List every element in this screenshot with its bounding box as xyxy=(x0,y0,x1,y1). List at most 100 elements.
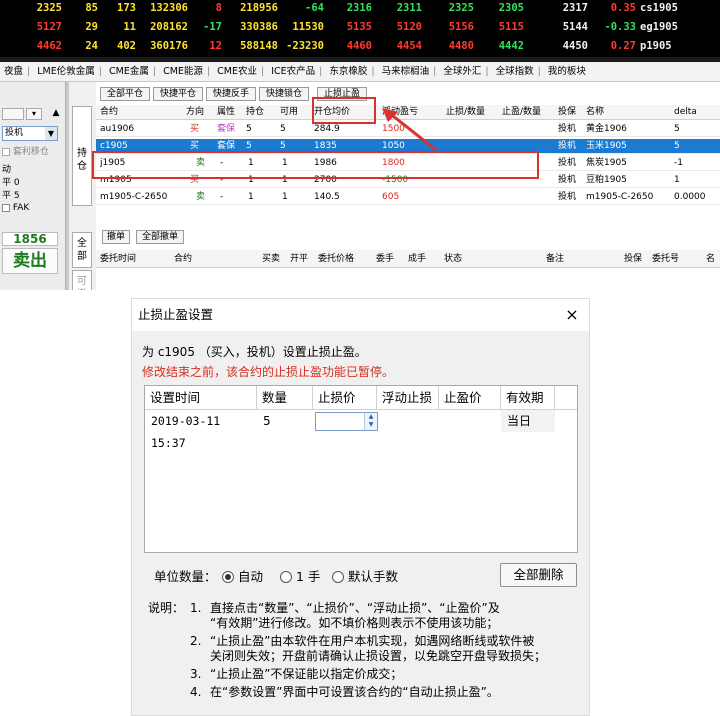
quote-oi: 588148 xyxy=(240,40,278,52)
stepper-icon[interactable]: ▲ ▼ xyxy=(364,413,377,430)
eject-icon[interactable]: ▲ xyxy=(50,108,62,120)
sell-button[interactable]: 卖出 xyxy=(2,248,58,274)
col-direction[interactable]: 方向 xyxy=(186,105,214,120)
col-stop-qty[interactable]: 止损/数量 xyxy=(446,105,498,120)
splitter[interactable] xyxy=(66,82,69,290)
col-open-close[interactable]: 开平 xyxy=(290,250,316,268)
delete-all-button[interactable]: 全部删除 xyxy=(500,563,577,587)
quote-open: 4460 xyxy=(346,40,372,52)
cell-quantity[interactable]: 5 xyxy=(257,410,313,432)
note-number: 4. xyxy=(190,685,202,699)
quote-high: 5156 xyxy=(448,21,474,33)
col-hedge[interactable]: 投保 xyxy=(558,105,584,120)
col-stop-price: 止损价 xyxy=(313,386,377,410)
quick-reverse-button[interactable]: 快捷反手 xyxy=(206,87,256,101)
col-status[interactable]: 状态 xyxy=(444,250,484,268)
col-hedge[interactable]: 投保 xyxy=(624,250,650,268)
col-available[interactable]: 可用 xyxy=(280,105,308,120)
col-attribute[interactable]: 属性 xyxy=(217,105,245,120)
close-icon[interactable]: × xyxy=(563,299,581,331)
cell-take-price[interactable] xyxy=(439,410,501,432)
hedge-select-value: 投机 xyxy=(5,128,24,138)
arbitrage-checkbox[interactable]: 套利移仓 xyxy=(2,144,49,157)
settings-grid: 设置时间 数量 止损价 浮动止损 止盈价 有效期 2019-03-11 15:3… xyxy=(144,385,578,553)
stop-price-input[interactable]: ▲ ▼ xyxy=(315,412,378,431)
tab-forex[interactable]: 全球外汇 xyxy=(439,62,485,81)
col-set-time: 设置时间 xyxy=(145,386,257,410)
col-float-stop: 浮动止损 xyxy=(377,386,439,410)
radio-default-lots[interactable] xyxy=(332,571,344,583)
tab-all-orders[interactable]: 全部 xyxy=(72,232,92,268)
spin-down-icon[interactable]: ▼ xyxy=(365,421,377,429)
col-order-qty[interactable]: 委手 xyxy=(376,250,402,268)
note-number: 2. xyxy=(190,634,202,648)
table-row[interactable]: m1905-C-2650 卖 - 1 1 140.5 605 投机 m1905-… xyxy=(96,190,720,205)
annotation-arrow-icon xyxy=(382,108,437,152)
cancel-order-button[interactable]: 撤单 xyxy=(102,230,130,244)
col-order-time[interactable]: 委托时间 xyxy=(100,250,160,268)
quote-total: 208162 xyxy=(150,21,188,33)
cell-contract: m1905-C-2650 xyxy=(100,192,168,202)
col-holding[interactable]: 持仓 xyxy=(246,105,274,120)
quote-prev: 2311 xyxy=(396,2,422,14)
cell-holding: 1 xyxy=(248,192,254,202)
cancel-all-orders-button[interactable]: 全部撤单 xyxy=(136,230,184,244)
tab-cme-metal[interactable]: CME金属 xyxy=(105,62,153,81)
hedge-select[interactable]: 投机 ▼ xyxy=(2,126,58,141)
col-quantity: 数量 xyxy=(257,386,313,410)
quote-total: 132306 xyxy=(150,2,188,14)
quote-low: 5115 xyxy=(498,21,524,33)
panel-tab[interactable] xyxy=(2,108,24,120)
tab-ice[interactable]: ICE农产品 xyxy=(267,62,319,81)
quote-symbol: eg1905 xyxy=(640,21,678,33)
col-take-qty[interactable]: 止盈/数量 xyxy=(502,105,554,120)
radio-one-lot[interactable] xyxy=(280,571,292,583)
col-name[interactable]: 名 xyxy=(706,250,720,268)
quote-vol: 85 xyxy=(85,2,98,14)
tab-palm-oil[interactable]: 马来棕榈油 xyxy=(378,62,434,81)
cell-name: 玉米1905 xyxy=(586,141,627,151)
cell-valid-period[interactable]: 当日 xyxy=(501,410,555,432)
tab-my-board[interactable]: 我的板块 xyxy=(544,62,590,81)
quote-row[interactable]: 2325 85 173 132306 8 218956 -64 2316 231… xyxy=(0,0,720,17)
col-remark[interactable]: 备注 xyxy=(546,250,586,268)
tab-night[interactable]: 夜盘 xyxy=(0,62,27,81)
col-name[interactable]: 名称 xyxy=(586,105,666,120)
quote-settle: 2317 xyxy=(562,2,588,14)
col-order-no[interactable]: 委托号 xyxy=(652,250,696,268)
quote-pct: 0.35 xyxy=(610,2,636,14)
tab-lme[interactable]: LME伦敦金属 xyxy=(33,62,99,81)
note-number: 3. xyxy=(190,667,202,681)
col-contract[interactable]: 合约 xyxy=(100,105,180,120)
col-filled-qty[interactable]: 成手 xyxy=(408,250,434,268)
tab-positions[interactable]: 持仓 xyxy=(72,106,92,206)
col-contract[interactable]: 合约 xyxy=(174,250,214,268)
quick-lock-button[interactable]: 快捷锁仓 xyxy=(259,87,309,101)
chevron-down-icon[interactable]: ▾ xyxy=(26,108,42,120)
spin-up-icon[interactable]: ▲ xyxy=(365,413,377,421)
option-auto-label[interactable]: 自动 xyxy=(238,567,263,587)
tab-cme-energy[interactable]: CME能源 xyxy=(159,62,207,81)
quote-row[interactable]: 4462 24 402 360176 12 588148 -23230 4460… xyxy=(0,38,720,55)
chevron-down-icon: ▼ xyxy=(45,127,57,140)
cell-delta: 0.0000 xyxy=(674,192,706,202)
fak-checkbox[interactable]: FAK xyxy=(2,203,29,213)
tab-tokyo-rubber[interactable]: 东京橡胶 xyxy=(325,62,371,81)
col-side[interactable]: 买卖 xyxy=(262,250,288,268)
cell-direction: 买 xyxy=(190,124,200,134)
quote-row[interactable]: 5127 29 11 208162 -17 330386 11530 5135 … xyxy=(0,19,720,36)
col-delta[interactable]: delta xyxy=(674,105,718,120)
tab-cme-agri[interactable]: CME农业 xyxy=(213,62,261,81)
note-text: 关闭则失效；开盘前请确认止损设置，以免跳空开盘导致损失； xyxy=(210,649,547,663)
tab-index[interactable]: 全球指数 xyxy=(492,62,538,81)
quote-prev: 5120 xyxy=(396,21,422,33)
close-all-button[interactable]: 全部平仓 xyxy=(100,87,150,101)
col-order-price[interactable]: 委托价格 xyxy=(318,250,368,268)
cell-float-stop[interactable] xyxy=(377,410,439,432)
quick-close-button[interactable]: 快捷平仓 xyxy=(153,87,203,101)
row-highlight-annotation xyxy=(92,151,539,179)
option-default-lots-label[interactable]: 默认手数 xyxy=(348,567,398,587)
tab-cancelable[interactable]: 可撤 xyxy=(72,270,92,290)
option-one-lot-label[interactable]: 1 手 xyxy=(296,567,320,587)
radio-auto[interactable] xyxy=(222,571,234,583)
